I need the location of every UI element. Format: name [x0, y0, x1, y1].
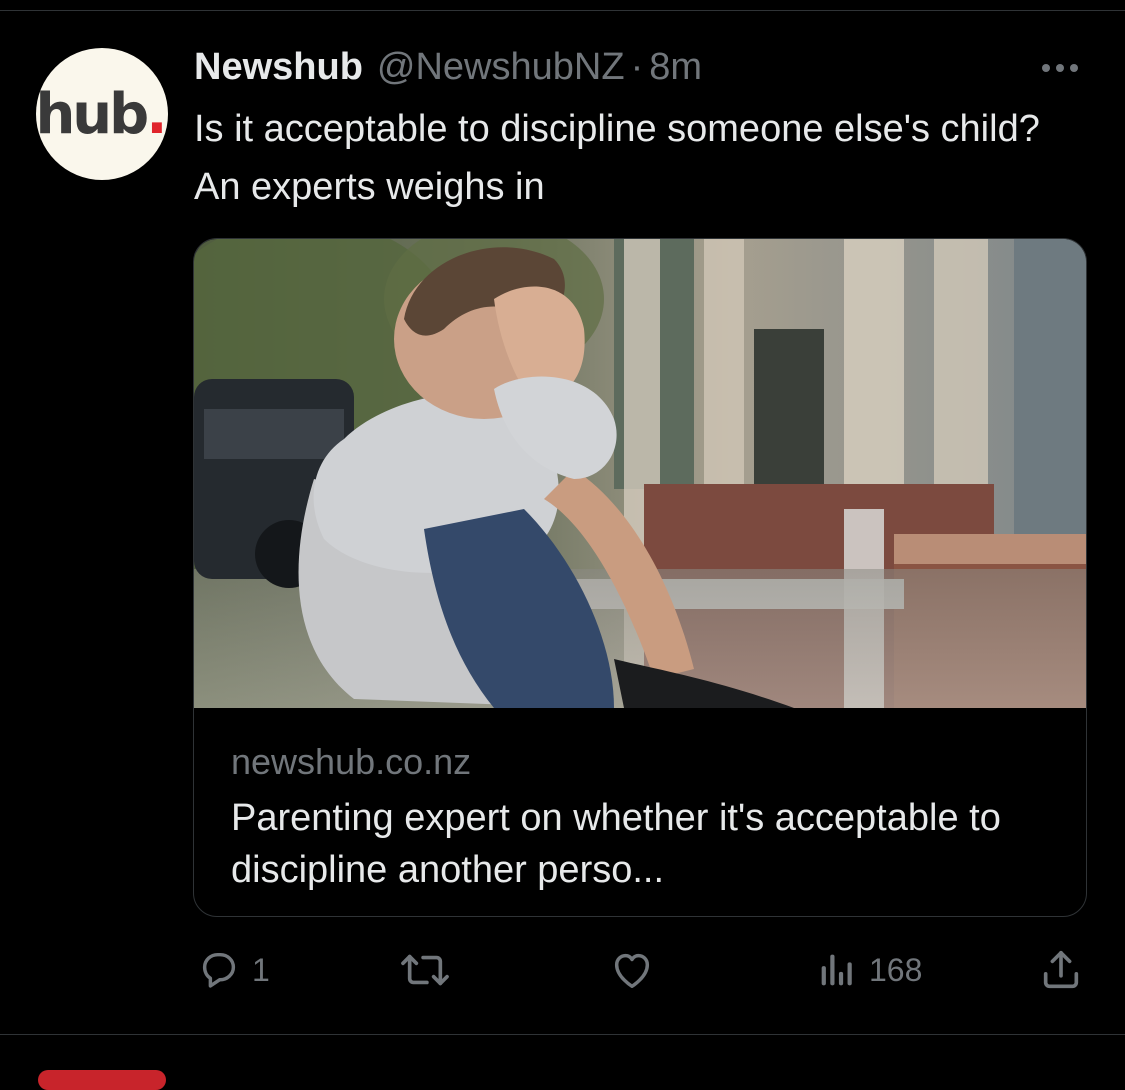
more-horizontal-icon[interactable] — [1036, 56, 1084, 80]
share-icon — [1043, 950, 1079, 989]
avatar[interactable]: hub. — [36, 48, 168, 180]
views-icon — [821, 954, 852, 986]
views-count: 168 — [869, 951, 923, 988]
reply-button[interactable]: 1 — [196, 938, 270, 1002]
user-handle[interactable]: @NewshubNZ — [377, 46, 625, 89]
bottom-divider — [0, 1034, 1125, 1035]
reply-count: 1 — [252, 951, 270, 988]
card-image — [194, 239, 1086, 708]
link-card[interactable]: newshub.co.nz Parenting expert on whethe… — [193, 238, 1087, 917]
share-button[interactable] — [1038, 938, 1084, 1002]
display-name[interactable]: Newshub — [194, 46, 363, 89]
tweet-text: Is it acceptable to discipline someone e… — [194, 108, 1040, 208]
card-title: Parenting expert on whether it's accepta… — [231, 797, 1001, 891]
card-domain: newshub.co.nz — [231, 741, 472, 782]
like-button[interactable] — [608, 938, 666, 1002]
separator-dot: · — [630, 45, 644, 88]
retweet-icon — [401, 954, 449, 986]
reply-icon — [202, 952, 236, 988]
retweet-button[interactable] — [398, 938, 462, 1002]
next-tweet-avatar[interactable] — [38, 1070, 166, 1090]
top-divider — [0, 10, 1125, 11]
avatar-logo: hub. — [36, 81, 168, 147]
tweet-header: Newshub @NewshubNZ · 8m — [194, 42, 702, 92]
heart-icon — [614, 953, 650, 989]
timestamp[interactable]: 8m — [649, 46, 702, 89]
views-button[interactable]: 168 — [815, 938, 922, 1002]
tweet-actions: 1 168 — [0, 938, 1125, 1002]
